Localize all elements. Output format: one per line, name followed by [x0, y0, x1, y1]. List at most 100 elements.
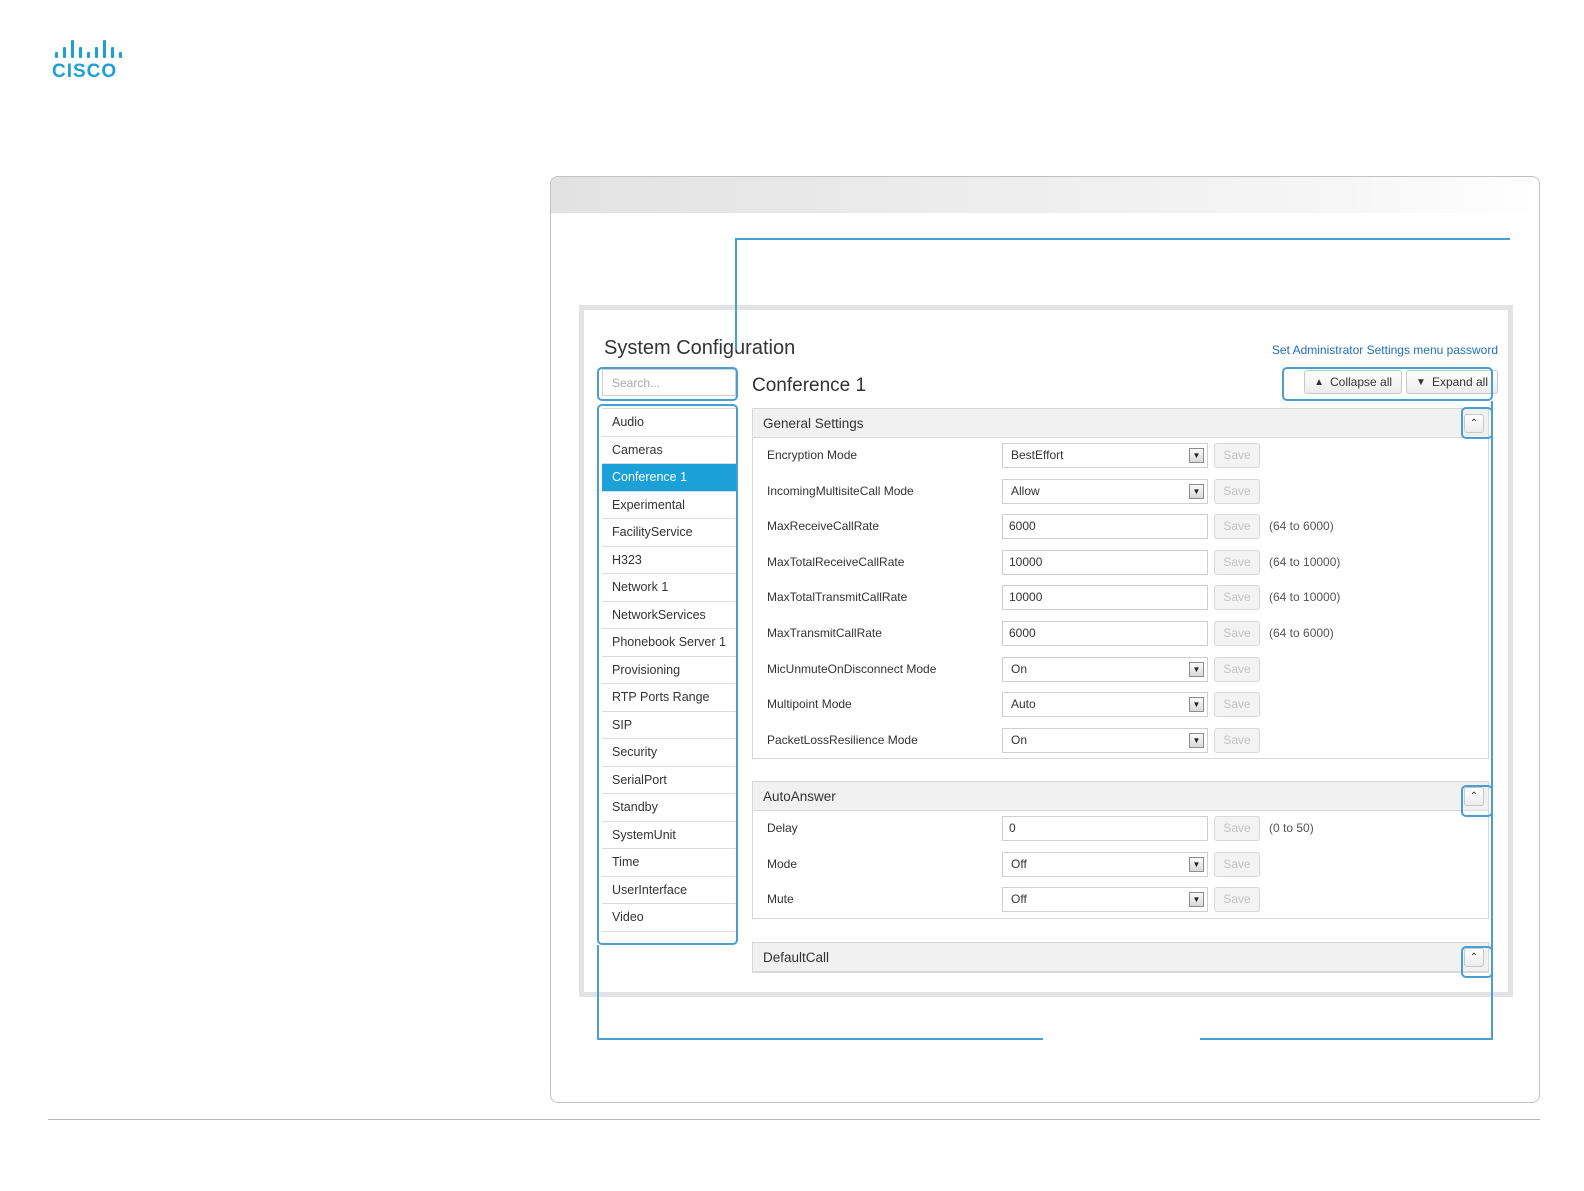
- collapse-panel-button[interactable]: ⌃: [1464, 414, 1484, 433]
- collapse-panel-button[interactable]: ⌃: [1464, 948, 1484, 967]
- sidebar-item[interactable]: Network 1: [602, 574, 736, 602]
- chevron-up-icon: ▲: [1314, 376, 1324, 388]
- setting-row: Delay 0 Save (0 to 50): [753, 811, 1488, 847]
- setting-row: PacketLossResilience Mode On ▼ Save: [753, 723, 1488, 759]
- chevron-down-icon: ▼: [1416, 376, 1426, 388]
- sidebar-item[interactable]: SerialPort: [602, 767, 736, 794]
- dropdown-arrow-icon[interactable]: ▼: [1189, 448, 1204, 463]
- panel-header[interactable]: AutoAnswer ⌃: [753, 782, 1488, 811]
- setting-label: MaxReceiveCallRate: [767, 519, 880, 534]
- setting-label: MicUnmuteOnDisconnect Mode: [767, 661, 937, 676]
- setting-label: MaxTotalTransmitCallRate: [767, 590, 908, 605]
- setting-select[interactable]: Off ▼: [1002, 851, 1208, 877]
- setting-select[interactable]: Off ▼: [1002, 887, 1208, 913]
- setting-select[interactable]: On ▼: [1002, 727, 1208, 753]
- save-button[interactable]: Save: [1214, 478, 1260, 504]
- setting-value: Auto: [1011, 697, 1036, 712]
- dropdown-arrow-icon[interactable]: ▼: [1189, 661, 1204, 677]
- expand-all-button[interactable]: ▼ Expand all: [1406, 370, 1498, 394]
- setting-input[interactable]: 6000: [1002, 514, 1208, 540]
- setting-select[interactable]: BestEffort ▼: [1002, 443, 1208, 468]
- save-button[interactable]: Save: [1214, 656, 1260, 682]
- setting-row: IncomingMultisiteCall Mode Allow ▼ Save: [753, 474, 1488, 510]
- collapse-panel-button[interactable]: ⌃: [1464, 787, 1484, 806]
- setting-select[interactable]: Allow ▼: [1002, 478, 1208, 504]
- setting-value: Off: [1011, 892, 1027, 907]
- sidebar-item[interactable]: UserInterface: [602, 877, 736, 904]
- cisco-logo-bars: [55, 40, 132, 58]
- setting-value: 10000: [1009, 590, 1043, 605]
- sidebar-item[interactable]: Video: [602, 904, 736, 932]
- panel-title: DefaultCall: [763, 950, 830, 965]
- save-button[interactable]: Save: [1214, 851, 1260, 877]
- save-button[interactable]: Save: [1214, 620, 1260, 646]
- setting-select[interactable]: Auto ▼: [1002, 692, 1208, 718]
- save-button[interactable]: Save: [1214, 514, 1260, 540]
- settings-panel: General Settings ⌃ Encryption Mode BestEffo…: [752, 408, 1489, 760]
- panel-header[interactable]: General Settings ⌃: [753, 409, 1488, 438]
- setting-label: MaxTransmitCallRate: [767, 625, 882, 640]
- collapse-all-button[interactable]: ▲ Collapse all: [1304, 370, 1403, 394]
- setting-row: Encryption Mode BestEffort ▼ Save: [753, 438, 1488, 474]
- sidebar-item[interactable]: SystemUnit: [602, 822, 736, 849]
- setting-label: IncomingMultisiteCall Mode: [767, 483, 914, 498]
- page-title: System Configuration: [604, 337, 796, 359]
- setting-value: Off: [1011, 856, 1027, 871]
- sidebar-item[interactable]: Cameras: [602, 437, 736, 464]
- setting-value: 0: [1009, 821, 1016, 835]
- sidebar-nav: Audio Cameras Conference 1 Experimental Faci…: [602, 408, 736, 932]
- panel-title: General Settings: [763, 416, 864, 431]
- dropdown-arrow-icon[interactable]: ▼: [1189, 697, 1204, 713]
- setting-input[interactable]: 0: [1002, 816, 1208, 841]
- dropdown-arrow-icon[interactable]: ▼: [1189, 483, 1204, 499]
- setting-row: Mute Off ▼ Save: [753, 882, 1488, 918]
- setting-input[interactable]: 10000: [1002, 549, 1208, 575]
- search-input[interactable]: [602, 369, 736, 396]
- sidebar-item[interactable]: SIP: [602, 712, 736, 739]
- save-button[interactable]: Save: [1214, 692, 1260, 718]
- setting-input[interactable]: 10000: [1002, 585, 1208, 611]
- panel-title: AutoAnswer: [763, 789, 836, 804]
- sidebar-item[interactable]: Time: [602, 849, 736, 877]
- dropdown-arrow-icon[interactable]: ▼: [1189, 732, 1204, 748]
- setting-label: Encryption Mode: [767, 448, 858, 462]
- setting-label: PacketLossResilience Mode: [767, 732, 918, 747]
- range-hint: (64 to 6000): [1269, 519, 1334, 534]
- save-button[interactable]: Save: [1214, 727, 1260, 753]
- save-button[interactable]: Save: [1214, 887, 1260, 913]
- sidebar-item[interactable]: Conference 1: [602, 464, 736, 492]
- dropdown-arrow-icon[interactable]: ▼: [1189, 856, 1204, 872]
- admin-password-link[interactable]: Set Administrator Settings menu password: [1272, 343, 1498, 357]
- setting-row: MicUnmuteOnDisconnect Mode On ▼ Save: [753, 652, 1488, 688]
- sidebar-item[interactable]: FacilityService: [602, 519, 736, 547]
- chevron-up-icon: ⌃: [1469, 791, 1479, 802]
- save-button[interactable]: Save: [1214, 549, 1260, 575]
- setting-value: 10000: [1009, 554, 1043, 569]
- save-button[interactable]: Save: [1214, 443, 1260, 468]
- dropdown-arrow-icon[interactable]: ▼: [1189, 892, 1204, 908]
- save-button[interactable]: Save: [1214, 585, 1260, 611]
- setting-label: MaxTotalReceiveCallRate: [767, 554, 905, 569]
- sidebar-item[interactable]: Audio: [602, 409, 736, 437]
- settings-panel: DefaultCall ⌃: [752, 942, 1489, 973]
- settings-panel: AutoAnswer ⌃ Delay 0 Save (0 to 50) Mode Off ▼ Sa…: [752, 781, 1489, 919]
- save-button[interactable]: Save: [1214, 816, 1260, 841]
- range-hint: (64 to 10000): [1269, 590, 1341, 605]
- sidebar-item[interactable]: Provisioning: [602, 657, 736, 684]
- sidebar-item[interactable]: Phonebook Server 1: [602, 629, 736, 657]
- sidebar-item[interactable]: Experimental: [602, 492, 736, 519]
- panel-header[interactable]: DefaultCall ⌃: [753, 943, 1488, 972]
- sidebar-item[interactable]: Standby: [602, 794, 736, 822]
- sidebar-item[interactable]: RTP Ports Range: [602, 684, 736, 712]
- setting-row: Multipoint Mode Auto ▼ Save: [753, 687, 1488, 723]
- chevron-up-icon: ⌃: [1469, 418, 1479, 429]
- sidebar-item[interactable]: H323: [602, 547, 736, 574]
- sidebar-item[interactable]: NetworkServices: [602, 602, 736, 629]
- setting-row: MaxTotalTransmitCallRate 10000 Save (64 to …: [753, 580, 1488, 616]
- setting-label: Mode: [767, 856, 798, 871]
- setting-input[interactable]: 6000: [1002, 620, 1208, 646]
- sidebar-item[interactable]: Security: [602, 739, 736, 767]
- setting-select[interactable]: On ▼: [1002, 656, 1208, 682]
- web-interface: System Configuration Set Administrator S…: [579, 305, 1513, 997]
- setting-label: Delay: [767, 821, 798, 835]
